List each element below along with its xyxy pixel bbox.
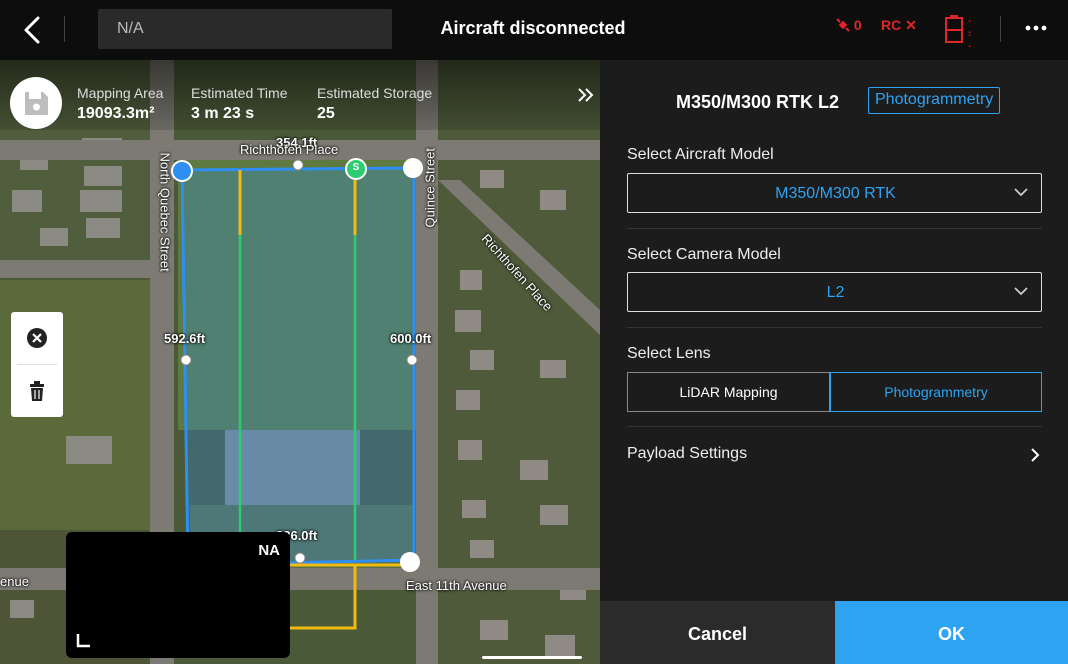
battery-indicator: -- -- — [944, 14, 971, 52]
rc-status-indicator: RC ✕ — [881, 17, 917, 34]
aircraft-model-title: M350/M300 RTK L2 — [676, 92, 840, 112]
chevron-down-icon — [1014, 287, 1028, 296]
rc-disconnected-icon: ✕ — [905, 17, 917, 33]
trash-icon — [30, 381, 44, 401]
more-options-icon[interactable] — [1024, 20, 1048, 36]
camera-model-value: L2 — [826, 284, 845, 301]
top-divider — [64, 16, 65, 42]
stat-mapping-area: Mapping Area 19093.3m² — [77, 85, 163, 123]
camera-preview-window[interactable]: NA — [66, 532, 290, 658]
battery-readout-2: -- — [968, 30, 972, 52]
lens-label: Select Lens — [627, 345, 711, 362]
camera-preview-label: NA — [258, 542, 280, 559]
chevron-right-icon — [1031, 448, 1040, 462]
top-bar: N/A Aircraft disconnected 0 RC ✕ -- -- — [0, 0, 1068, 60]
stat-value: 19093.3m² — [77, 105, 155, 122]
close-circle-icon — [27, 328, 47, 348]
street-label-west: North Quebec Street — [157, 152, 173, 272]
street-label-southwest: enue — [0, 574, 29, 589]
stat-estimated-time: Estimated Time 3 m 23 s — [191, 85, 287, 123]
mission-mode-badge: Photogrammetry — [868, 87, 1001, 114]
action-bar: Cancel OK — [600, 601, 1068, 664]
payload-settings-row[interactable]: Payload Settings — [627, 436, 1042, 472]
cancel-button[interactable]: Cancel — [600, 601, 835, 664]
double-chevron-right-icon[interactable] — [574, 84, 598, 106]
lens-option-lidar[interactable]: LiDAR Mapping — [627, 372, 830, 412]
section-divider — [627, 228, 1042, 229]
mission-name-field[interactable]: N/A — [98, 9, 392, 49]
left-edge-length: 592.6ft — [164, 331, 206, 346]
expand-corner-icon[interactable] — [76, 632, 92, 648]
satellite-icon — [836, 18, 850, 32]
stat-estimated-storage: Estimated Storage 25 — [317, 85, 432, 123]
settings-panel: M350/M300 RTK L2 Photogrammetry Select A… — [600, 60, 1068, 664]
section-divider — [627, 327, 1042, 328]
aircraft-status-title: Aircraft disconnected — [440, 18, 626, 38]
ok-button[interactable]: OK — [835, 601, 1068, 664]
back-arrow-icon[interactable] — [18, 14, 46, 46]
payload-settings-label: Payload Settings — [627, 445, 748, 462]
satellite-signal-indicator: 0 — [836, 17, 862, 33]
delete-button[interactable] — [11, 365, 63, 417]
map-tool-panel — [11, 312, 63, 417]
stat-value: 3 m 23 s — [191, 105, 255, 122]
battery-icon — [945, 15, 963, 43]
satellite-map[interactable]: S 354.1ft 592.6ft 600.0ft 336.0ft Richth… — [0, 60, 600, 664]
satellite-count: 0 — [853, 17, 862, 33]
chevron-down-icon — [1014, 188, 1028, 197]
right-edge-length: 600.0ft — [390, 331, 432, 346]
top-divider-right — [1000, 16, 1001, 42]
lens-option-photogrammetry[interactable]: Photogrammetry — [830, 372, 1042, 412]
stat-label: Estimated Storage — [317, 85, 433, 101]
street-label-north: Richthofen Place — [240, 142, 339, 157]
camera-model-select[interactable]: L2 — [627, 272, 1042, 312]
rc-label: RC — [881, 17, 902, 33]
stat-value: 25 — [317, 105, 335, 122]
save-icon — [25, 92, 48, 115]
lens-selector: LiDAR Mapping Photogrammetry — [627, 372, 1042, 412]
camera-model-label: Select Camera Model — [627, 246, 781, 263]
stat-label: Mapping Area — [77, 85, 164, 101]
save-mission-button[interactable] — [10, 77, 62, 129]
aircraft-model-select[interactable]: M350/M300 RTK — [627, 173, 1042, 213]
street-label-south: East 11th Avenue — [406, 578, 507, 593]
home-indicator[interactable] — [482, 656, 582, 659]
clear-selection-button[interactable] — [11, 312, 63, 364]
start-point-marker[interactable]: S — [350, 162, 362, 173]
street-label-east: Quince Street — [422, 148, 438, 228]
aircraft-model-value: M350/M300 RTK — [775, 185, 896, 202]
section-divider — [627, 426, 1042, 427]
aircraft-model-label: Select Aircraft Model — [627, 146, 774, 163]
stat-label: Estimated Time — [191, 85, 288, 101]
mission-name-value: N/A — [117, 20, 144, 37]
